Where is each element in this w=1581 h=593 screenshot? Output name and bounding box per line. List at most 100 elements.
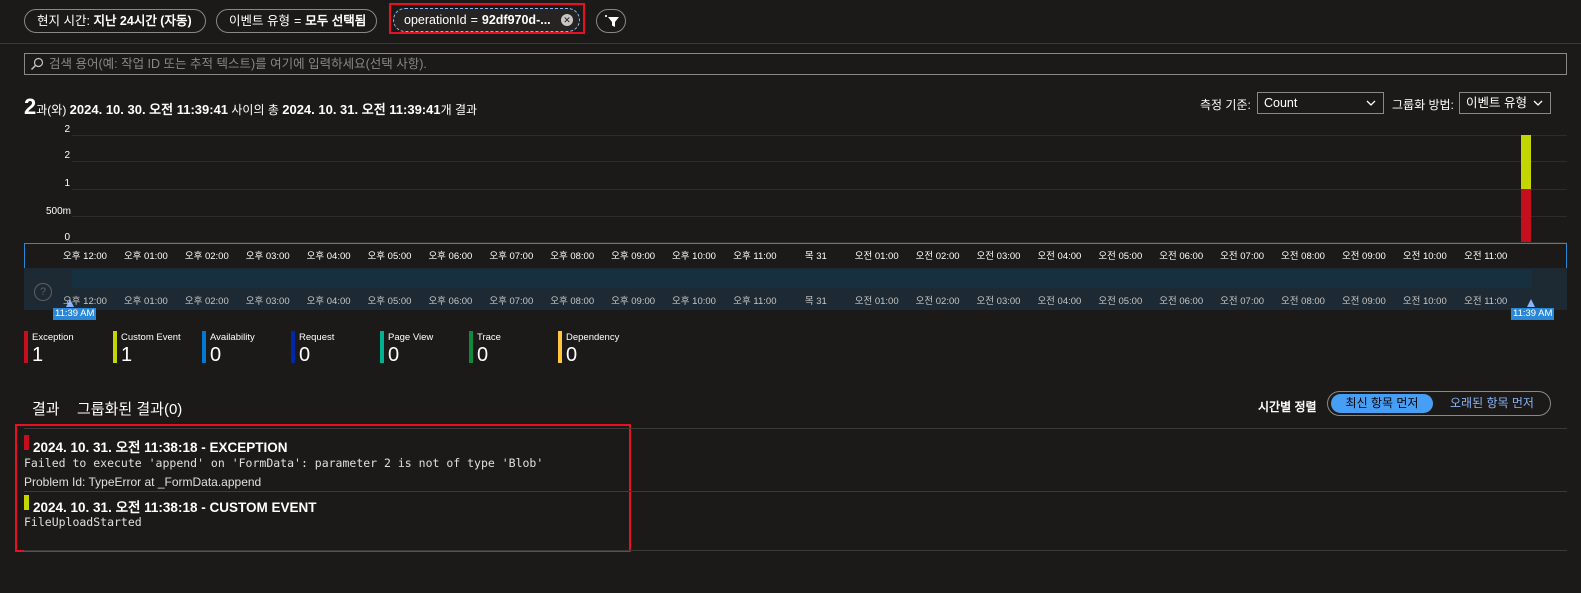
brush-tick-label: 오전 06:00 — [1159, 296, 1204, 307]
legend-count: 0 — [210, 344, 222, 366]
y-tick-label: 2 — [64, 124, 70, 135]
legend-count: 0 — [566, 344, 578, 366]
brush-end-label: 11:39 AM — [1511, 308, 1555, 320]
legend-swatch — [291, 331, 295, 363]
x-tick-label: 오후 06:00 — [428, 251, 473, 262]
group-by-dropdown[interactable]: 이벤트 유형 — [1459, 92, 1551, 114]
chart-gridline — [72, 135, 1567, 136]
brush-tick-label: 오전 01:00 — [854, 296, 899, 307]
result-divider — [24, 491, 1567, 492]
brush-tick-label: 오후 05:00 — [367, 296, 412, 307]
sort-newest-button[interactable]: 최신 항목 먼저 — [1331, 394, 1433, 413]
remove-filter-icon[interactable]: ✕ — [561, 14, 573, 26]
event-filter-op: = — [293, 14, 302, 28]
time-filter-label: 현지 시간: — [37, 14, 90, 28]
legend-count: 0 — [477, 344, 489, 366]
result-title[interactable]: 2024. 10. 31. 오전 11:38:18 - CUSTOM EVENT — [33, 496, 316, 516]
search-input[interactable] — [24, 53, 1567, 75]
operation-id-filter[interactable]: operationId = 92df970d-... ✕ — [393, 8, 580, 32]
legend-label: Trace — [477, 332, 501, 343]
group-by-value: 이벤트 유형 — [1466, 96, 1527, 110]
result-divider — [24, 550, 1567, 551]
event-filter-value: 모두 선택됨 — [305, 14, 367, 28]
brush-tick-label: 오전 02:00 — [915, 296, 960, 307]
chevron-down-icon — [1366, 100, 1376, 106]
brush-tick-label: 오후 02:00 — [184, 296, 229, 307]
brush-tick-label: 오후 03:00 — [245, 296, 290, 307]
help-icon[interactable]: ? — [34, 283, 52, 301]
x-tick-label: 오후 02:00 — [184, 251, 229, 262]
sort-oldest-button[interactable]: 오래된 항목 먼저 — [1437, 394, 1547, 413]
time-filter-value: 지난 24시간 (자동) — [93, 14, 192, 28]
brush-tick-label: 오전 07:00 — [1220, 296, 1265, 307]
result-message: FileUploadStarted — [24, 515, 142, 529]
event-type-filter[interactable]: 이벤트 유형 = 모두 선택됨 — [216, 9, 377, 33]
x-tick-label: 오전 02:00 — [915, 251, 960, 262]
y-tick-label: 500m — [46, 206, 72, 217]
result-divider — [24, 428, 1567, 429]
add-filter-button[interactable] — [596, 9, 626, 33]
chart-bar-exception[interactable] — [1521, 188, 1531, 242]
x-tick-label: 오후 09:00 — [611, 251, 656, 262]
op-filter-op: = — [470, 13, 478, 27]
summary-suffix: 개 결과 — [440, 103, 478, 117]
x-tick-label: 오전 09:00 — [1341, 251, 1386, 262]
brush-tick-label: 목 31 — [804, 296, 827, 307]
chart-gridline — [72, 242, 1567, 243]
chart-gridline — [72, 161, 1567, 162]
x-tick-label: 오전 05:00 — [1098, 251, 1143, 262]
tab-grouped-results[interactable]: 그룹화된 결과(0) — [77, 398, 182, 419]
y-tick-label: 1 — [64, 178, 70, 189]
result-count-big: 2 — [24, 94, 37, 119]
brush-tick-label: 오후 01:00 — [123, 296, 168, 307]
event-filter-label: 이벤트 유형 — [229, 14, 290, 28]
y-tick-label: 0 — [64, 232, 70, 243]
brush-tick-label: 오후 07:00 — [489, 296, 534, 307]
chart-gridline — [72, 189, 1567, 190]
brush-selection[interactable] — [72, 270, 1532, 288]
measure-dropdown[interactable]: Count — [1257, 92, 1384, 114]
brush-tick-label: 오전 09:00 — [1341, 296, 1386, 307]
legend-count: 0 — [299, 344, 311, 366]
x-tick-label: 오전 10:00 — [1402, 251, 1447, 262]
summary-conj: 과(와) — [36, 103, 67, 117]
brush-start-label: 11:39 AM — [53, 308, 97, 320]
legend-label: Page View — [388, 332, 434, 343]
result-title[interactable]: 2024. 10. 31. 오전 11:38:18 - EXCEPTION — [33, 436, 287, 456]
x-tick-label: 오후 11:00 — [733, 251, 777, 262]
sort-label: 시간별 정렬 — [1258, 400, 1317, 414]
x-tick-label: 오전 04:00 — [1037, 251, 1082, 262]
x-tick-label: 오후 04:00 — [306, 251, 351, 262]
x-tick-label: 오후 10:00 — [672, 251, 716, 262]
x-tick-label: 오후 05:00 — [367, 251, 412, 262]
x-tick-label: 오전 07:00 — [1220, 251, 1265, 262]
x-tick-label: 오후 07:00 — [489, 251, 534, 262]
summary-end: 2024. 10. 31. 오전 11:39:41 — [282, 102, 441, 117]
brush-tick-label: 오후 10:00 — [672, 296, 716, 307]
legend-swatch — [202, 331, 206, 363]
legend-swatch — [469, 331, 473, 363]
header-divider — [0, 43, 1581, 44]
brush-tick-label: 오후 04:00 — [306, 296, 351, 307]
measure-value: Count — [1264, 96, 1298, 110]
tab-results[interactable]: 결과 — [32, 398, 60, 419]
brush-tick-label: 오후 06:00 — [428, 296, 473, 307]
group-by-label: 그룹화 방법: — [1392, 98, 1454, 112]
brush-tick-label: 오후 12:00 — [63, 296, 107, 307]
x-tick-label: 오전 08:00 — [1281, 251, 1325, 262]
time-range-filter[interactable]: 현지 시간: 지난 24시간 (자동) — [24, 9, 206, 33]
chart-bar-custom-event[interactable] — [1521, 135, 1531, 189]
legend-count: 0 — [388, 344, 400, 366]
brush-tick-label: 오전 10:00 — [1402, 296, 1447, 307]
brush-tick-label: 오후 08:00 — [550, 296, 595, 307]
x-tick-label: 오전 11:00 — [1464, 251, 1508, 262]
legend-label: Availability — [210, 332, 255, 343]
chart-gridline — [72, 216, 1567, 217]
legend-count: 1 — [32, 344, 44, 366]
op-filter-label: operationId — [404, 13, 467, 27]
brush-end-handle[interactable] — [1527, 299, 1535, 307]
x-tick-label: 오후 01:00 — [123, 251, 168, 262]
x-tick-label: 오후 03:00 — [245, 251, 290, 262]
result-type-marker — [24, 435, 29, 450]
legend-swatch — [113, 331, 117, 363]
